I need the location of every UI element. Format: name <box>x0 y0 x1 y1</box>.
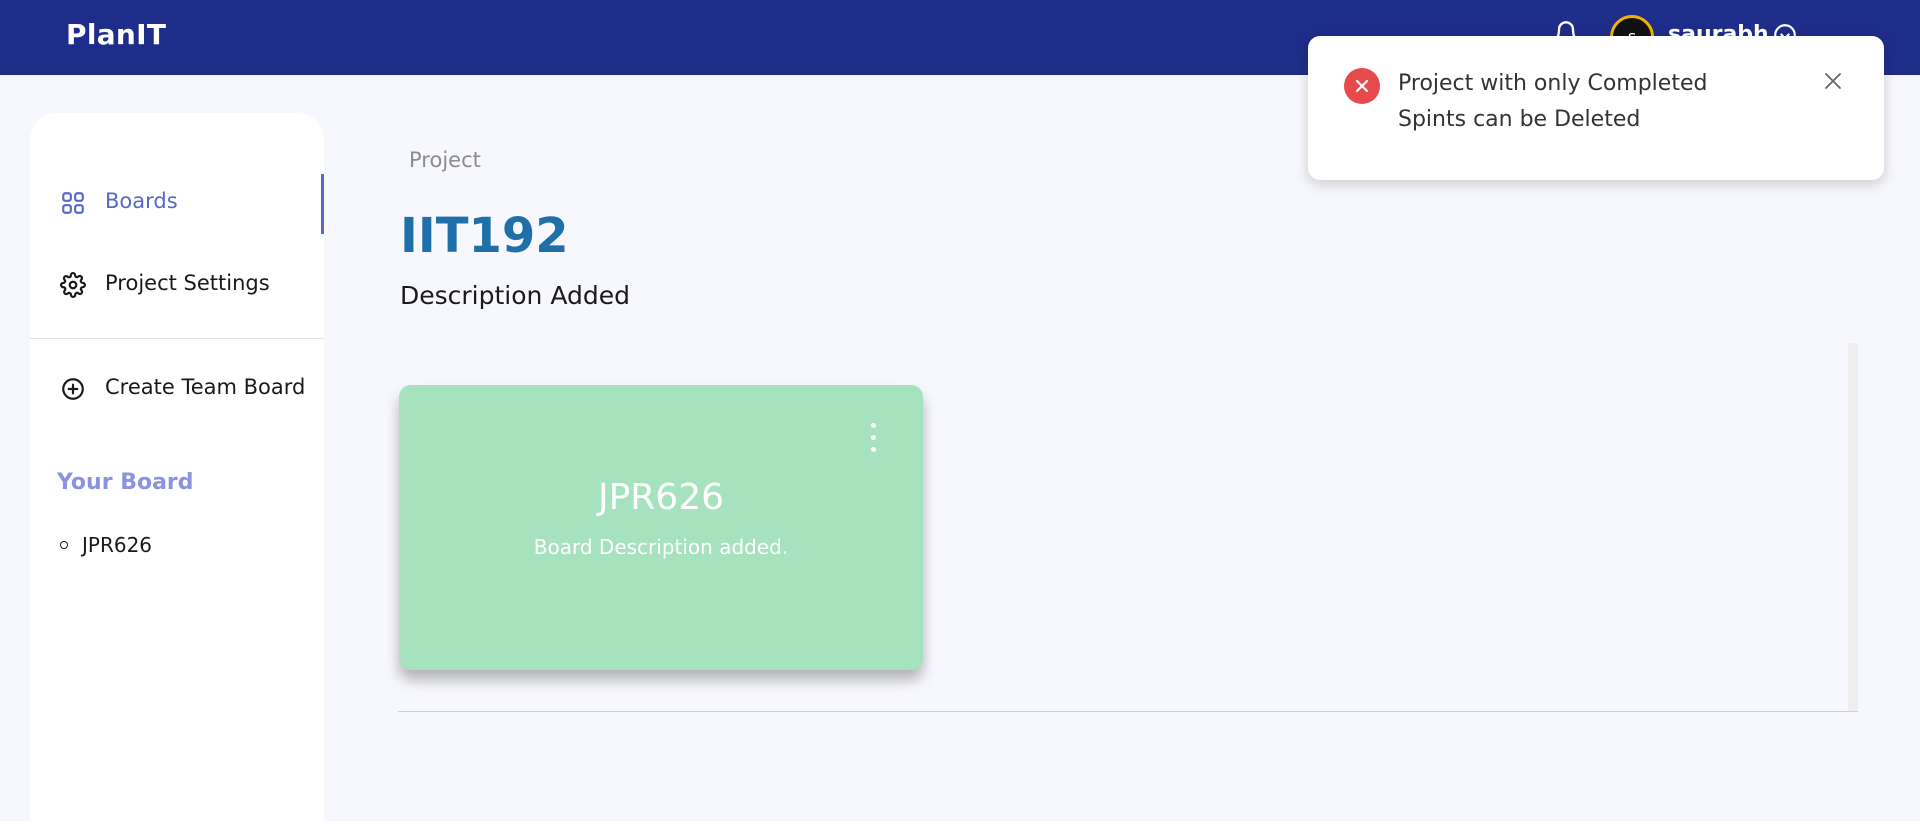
sidebar-item-project-settings[interactable]: Project Settings <box>30 256 324 312</box>
plus-circle-icon <box>62 378 84 400</box>
more-vertical-icon[interactable] <box>867 423 879 463</box>
sidebar: Boards Project Settings Create Team Boar… <box>30 113 324 821</box>
active-indicator <box>321 174 324 234</box>
toast-message: Project with only Completed Spints can b… <box>1398 71 1708 132</box>
sidebar-item-label: Project Settings <box>105 271 270 295</box>
project-description: Description Added <box>400 281 630 310</box>
close-icon[interactable] <box>1822 70 1844 92</box>
bottom-edge <box>0 821 1920 827</box>
sidebar-item-boards[interactable]: Boards <box>30 174 324 234</box>
board-link-label: JPR626 <box>82 533 153 557</box>
gear-icon <box>60 272 86 298</box>
board-card-description: Board Description added. <box>533 535 789 559</box>
your-board-heading: Your Board <box>57 470 194 495</box>
page-title: IIT192 <box>400 208 569 264</box>
bullet-icon <box>60 541 68 549</box>
app-logo[interactable]: PlanIT <box>66 18 166 51</box>
sidebar-item-label: Boards <box>105 189 178 213</box>
breadcrumb[interactable]: Project <box>409 148 481 172</box>
sidebar-item-label: Create Team Board <box>105 375 306 399</box>
error-icon <box>1344 68 1380 104</box>
board-card-title: JPR626 <box>597 477 725 518</box>
create-team-board-button[interactable]: Create Team Board <box>30 360 324 416</box>
sidebar-divider <box>30 338 324 339</box>
error-toast: Project with only Completed Spints can b… <box>1308 36 1884 180</box>
grid-icon <box>62 192 84 214</box>
boards-container: JPR626 Board Description added. <box>398 343 1858 712</box>
scrollbar[interactable] <box>1848 343 1858 711</box>
board-card[interactable]: JPR626 Board Description added. <box>399 385 923 670</box>
